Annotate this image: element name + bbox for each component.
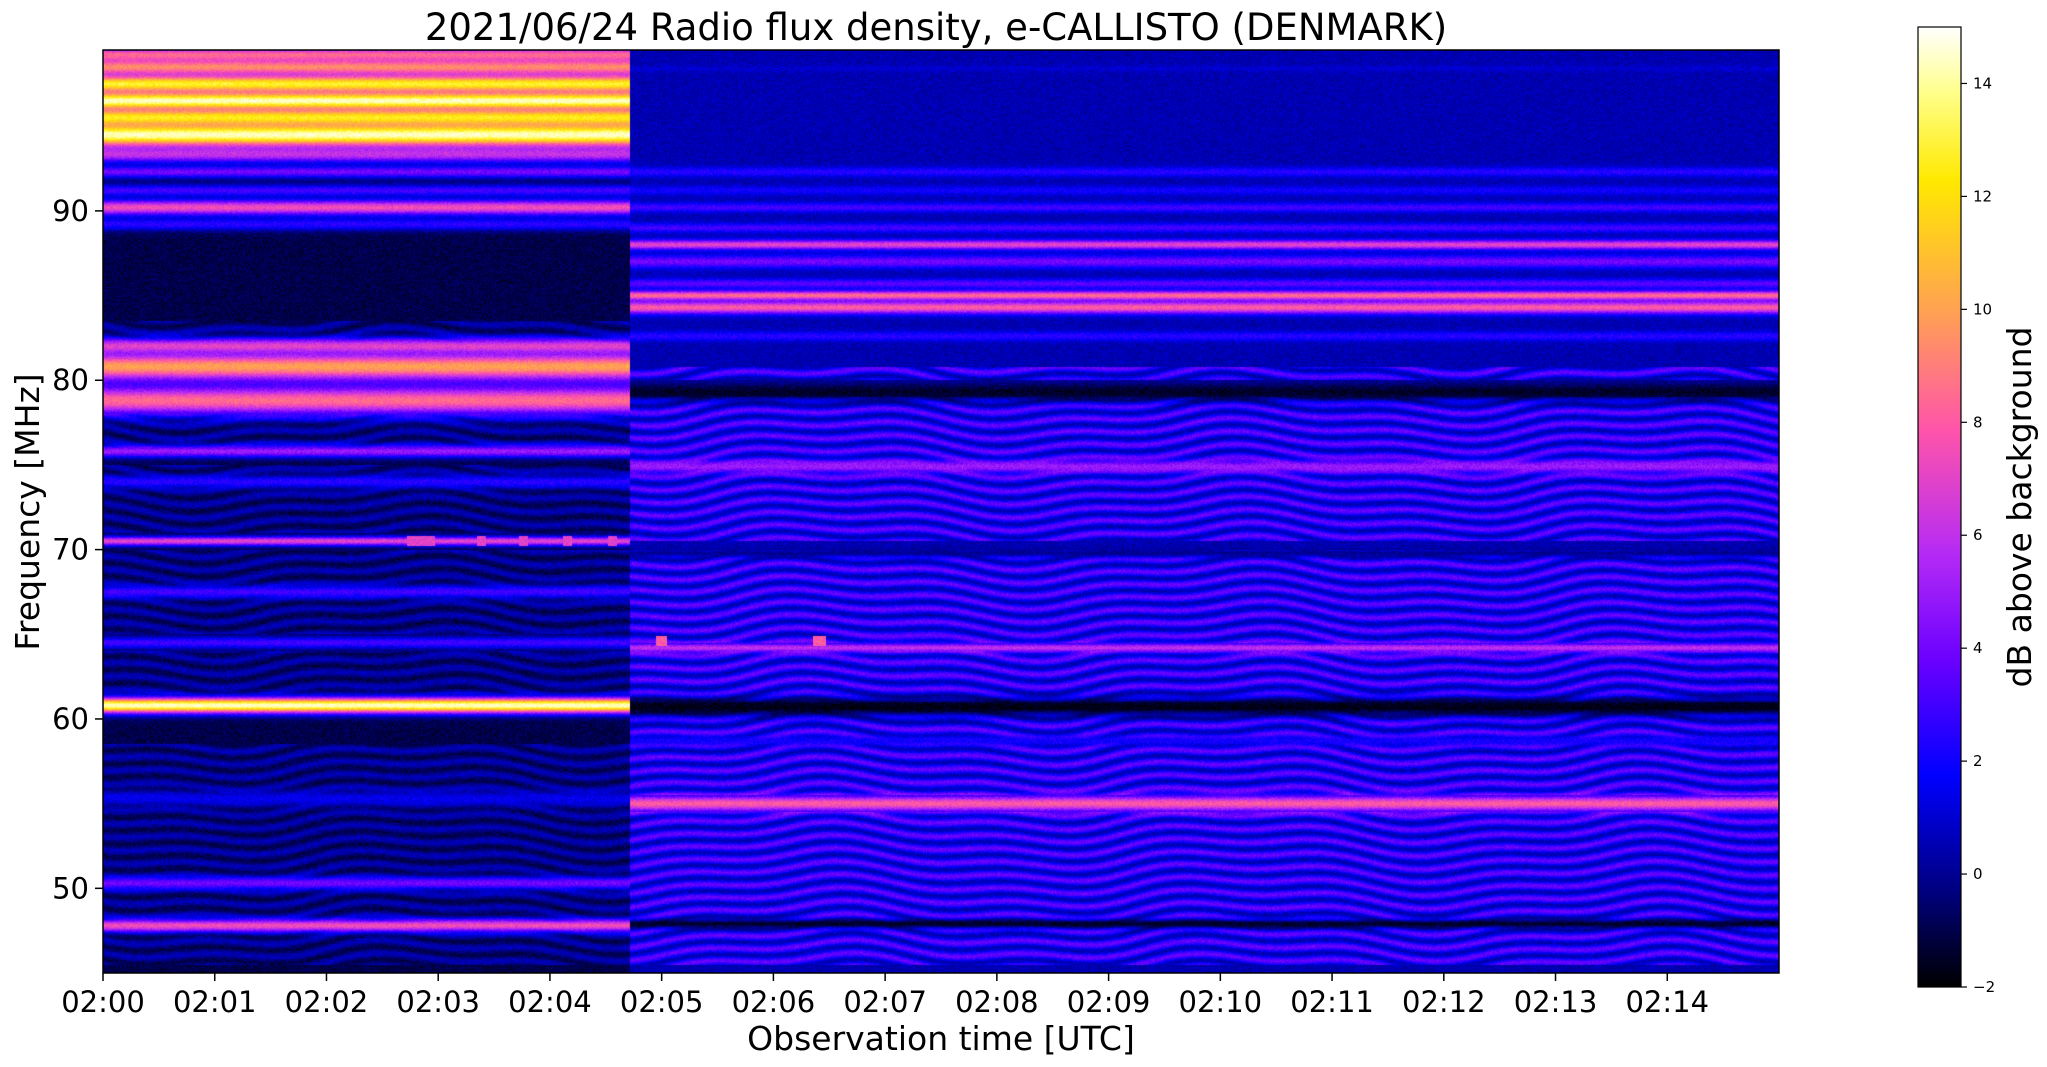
colorbar-label: dB above background [2000,327,2039,688]
colorbar-tick-label: 2 [1973,752,1983,770]
x-tick-label: 02:03 [396,985,480,1019]
x-tick-label: 02:00 [61,985,145,1019]
y-tick-label: 80 [52,363,89,397]
colorbar-tick-label: 4 [1973,639,1983,657]
x-tick-label: 02:12 [1402,985,1486,1019]
colorbar [1917,26,1962,988]
x-tick-label: 02:02 [285,985,369,1019]
spectrogram-figure: 2021/06/24 Radio flux density, e-CALLIST… [8,6,2039,1058]
x-tick-label: 02:07 [843,985,927,1019]
x-tick-label: 02:11 [1290,985,1374,1019]
x-tick-label: 02:05 [620,985,704,1019]
colorbar-tick-label: 14 [1973,74,1992,92]
x-axis-label: Observation time [UTC] [747,1019,1135,1058]
chart-title: 2021/06/24 Radio flux density, e-CALLIST… [425,6,1447,49]
colorbar-axis: −2 0 2 4 6 8 10 12 14 [1961,74,1995,996]
y-axis: 50 60 70 80 90 [52,194,103,905]
x-tick-label: 02:01 [173,985,257,1019]
spectrogram-heatmap [103,50,1779,973]
colorbar-tick-label: 0 [1973,865,1983,883]
y-tick-label: 50 [52,871,89,905]
x-axis: 02:00 02:01 02:02 02:03 02:04 02:05 02:06 02:07… [61,973,1709,1019]
x-tick-label: 02:10 [1179,985,1263,1019]
x-tick-label: 02:13 [1514,985,1598,1019]
x-tick-label: 02:08 [955,985,1039,1019]
colorbar-tick-label: 10 [1973,300,1992,318]
x-tick-label: 02:06 [732,985,816,1019]
x-tick-label: 02:04 [508,985,592,1019]
colorbar-tick-label: 8 [1973,413,1983,431]
colorbar-tick-label: −2 [1973,978,1995,996]
colorbar-tick-label: 12 [1973,187,1992,205]
x-tick-label: 02:14 [1625,985,1709,1019]
colorbar-tick-label: 6 [1973,526,1983,544]
spectrogram-plot-area [103,50,1779,973]
y-axis-label: Frequency [MHz] [8,373,47,650]
y-tick-label: 70 [52,533,89,567]
y-tick-label: 90 [52,194,89,228]
x-tick-label: 02:09 [1067,985,1151,1019]
y-tick-label: 60 [52,702,89,736]
